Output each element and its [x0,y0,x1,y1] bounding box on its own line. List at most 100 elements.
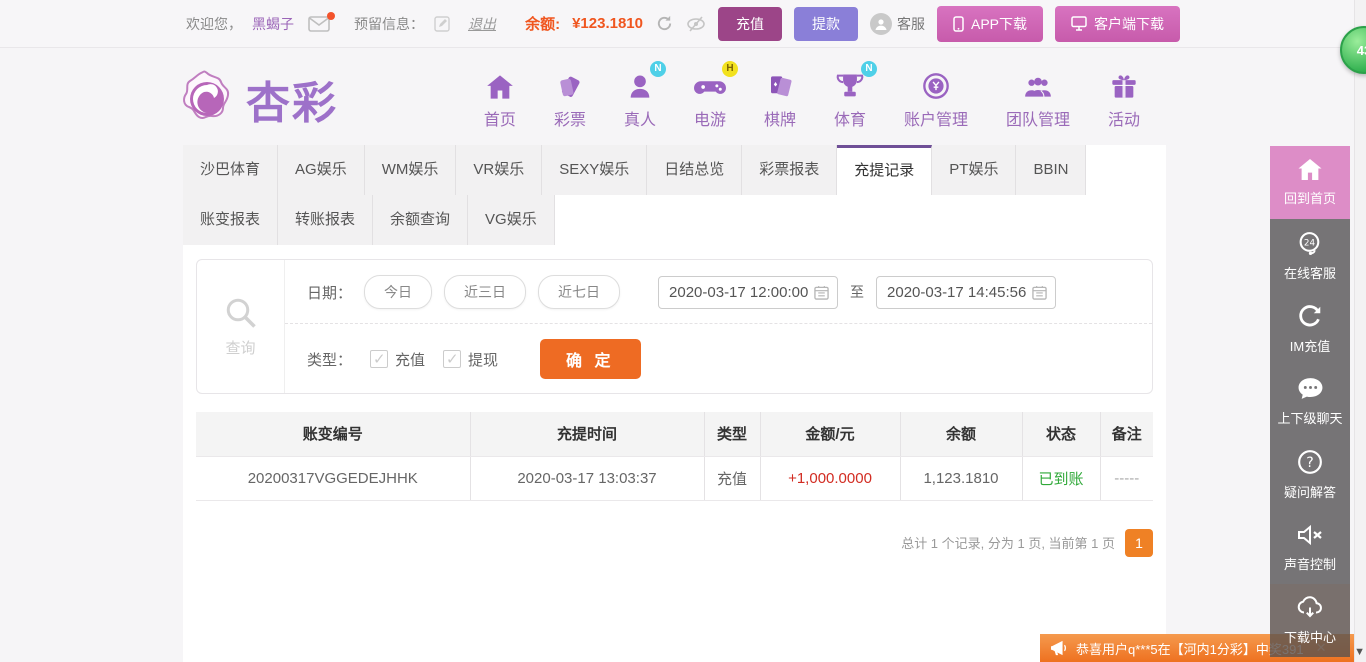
cell-balance: 1,123.1810 [900,456,1022,500]
phone-icon [953,16,964,32]
table-row: 20200317VGGEDEJHHK 2020-03-17 13:03:37 充… [196,456,1153,500]
nav-item-account[interactable]: 账户管理 [904,68,968,130]
tab-deposit-withdraw-records[interactable]: 充提记录 [837,145,932,195]
tab-ag[interactable]: AG娱乐 [278,145,365,195]
home-icon [1297,158,1323,181]
query-filter-panel: 查询 日期： 今日 近三日 近七日 2020-03-17 12:00:00 至 … [196,259,1153,394]
sidebar-item-chat[interactable]: 上下级聊天 [1270,365,1350,438]
sidebar-label: IM充值 [1290,336,1330,355]
date-to-value: 2020-03-17 14:45:56 [887,284,1026,301]
sidebar-item-im-recharge[interactable]: IM充值 [1270,292,1350,365]
nav-item-promotions[interactable]: 活动 [1108,68,1140,130]
col-account-change-id: 账变编号 [196,412,470,456]
sidebar-label: 下载中心 [1284,627,1336,646]
nav-label: 真人 [624,106,656,130]
tab-lottery-report[interactable]: 彩票报表 [742,145,837,195]
col-status: 状态 [1022,412,1100,456]
edit-icon[interactable] [434,16,450,32]
query-label: 查询 [225,337,255,358]
nav-label: 首页 [484,106,516,130]
refresh-balance-icon[interactable] [655,14,674,33]
tab-daily-summary[interactable]: 日结总览 [647,145,742,195]
live-dealer-icon: N [626,68,654,100]
page-1-button[interactable]: 1 [1125,529,1153,557]
query-section: 查询 [197,260,285,393]
content-card: 沙巴体育 AG娱乐 WM娱乐 VR娱乐 SEXY娱乐 日结总览 彩票报表 充提记… [183,145,1166,662]
coin-icon [922,68,950,100]
reserved-info-label: 预留信息： [354,14,424,34]
logo-flower-icon [178,70,236,128]
tab-pt[interactable]: PT娱乐 [932,145,1016,195]
quick-sidebar: 回到首页 24 在线客服 IM充值 上下级聊天 ? 疑问解答 声音控制 下载中心 [1270,146,1350,657]
sidebar-item-sound[interactable]: 声音控制 [1270,511,1350,584]
cell-time: 2020-03-17 13:03:37 [470,456,704,500]
quick-range-today[interactable]: 今日 [364,275,432,309]
trophy-icon: N [835,68,865,100]
tab-balance-query[interactable]: 余额查询 [373,195,468,245]
sidebar-label: 疑问解答 [1284,482,1336,501]
nav-item-cards[interactable]: 棋牌 [764,68,796,130]
nav-item-team[interactable]: 团队管理 [1006,68,1070,130]
refresh-c-icon [1297,303,1323,329]
quick-range-7days[interactable]: 近七日 [538,275,620,309]
hide-balance-icon[interactable] [686,16,706,32]
scroll-down-caret[interactable]: ▼ [1354,646,1365,658]
withdraw-button[interactable]: 提款 [794,7,858,41]
type-filter-row: 类型： 充值 提现 确 定 [285,323,1152,393]
tab-wm[interactable]: WM娱乐 [365,145,457,195]
nav-item-sports[interactable]: N 体育 [834,68,866,130]
nav-item-lottery[interactable]: 彩票 [554,68,586,130]
date-from-input[interactable]: 2020-03-17 12:00:00 [658,276,838,309]
type-label: 类型： [307,349,352,370]
checkbox-icon [443,350,461,368]
site-logo[interactable]: 杏彩 [178,67,338,131]
tab-sexy[interactable]: SEXY娱乐 [542,145,647,195]
confirm-button[interactable]: 确 定 [540,339,640,379]
customer-service-icon [870,13,892,35]
cell-amount: +1,000.0000 [760,456,900,500]
tab-transfer-report[interactable]: 转账报表 [278,195,373,245]
app-download-button[interactable]: APP下载 [937,6,1043,42]
nav-label: 彩票 [554,106,586,130]
tab-vr[interactable]: VR娱乐 [456,145,542,195]
nav-label: 棋牌 [764,106,796,130]
table-header-row: 账变编号 充提时间 类型 金额/元 余额 状态 备注 [196,412,1153,456]
cloud-download-icon [1296,595,1324,620]
logout-link[interactable]: 退出 [468,14,496,34]
scrollbar-track[interactable] [1354,0,1366,662]
sidebar-item-back-home[interactable]: 回到首页 [1270,146,1350,219]
customer-service-label: 客服 [897,14,925,34]
sidebar-item-download-center[interactable]: 下载中心 [1270,584,1350,657]
nav-item-egames[interactable]: H 电游 [694,68,726,130]
nav-label: 活动 [1108,106,1140,130]
ticket-icon [556,68,584,100]
sidebar-item-online-service[interactable]: 24 在线客服 [1270,219,1350,292]
nav-item-live[interactable]: N 真人 [624,68,656,130]
type-checkbox-withdraw[interactable]: 提现 [443,349,498,370]
quick-range-3days[interactable]: 近三日 [444,275,526,309]
nav-label: 团队管理 [1006,106,1070,130]
customer-service-link[interactable]: 客服 [870,13,925,35]
col-amount: 金额/元 [760,412,900,456]
tab-shaba-sports[interactable]: 沙巴体育 [183,145,278,195]
site-header: 杏彩 首页 彩票 N 真人 H 电游 [0,48,1366,145]
topbar: 欢迎您， 黑蝎子 预留信息： 退出 余额: ¥123.1810 充值 提款 客服 [0,0,1366,48]
mail-icon[interactable] [308,16,330,32]
sidebar-item-faq[interactable]: ? 疑问解答 [1270,438,1350,511]
client-download-label: 客户端下载 [1094,14,1164,34]
withdraw-option-label: 提现 [468,349,498,370]
tab-bbin[interactable]: BBIN [1016,145,1086,195]
headset-24-icon: 24 [1297,230,1324,256]
to-label: 至 [850,282,864,302]
tab-vg[interactable]: VG娱乐 [468,195,555,245]
nav-item-home[interactable]: 首页 [484,68,516,130]
checkbox-icon [370,350,388,368]
gift-icon [1110,68,1138,100]
calendar-icon [814,285,829,300]
cell-account-change-id: 20200317VGGEDEJHHK [196,456,470,500]
tab-account-change-report[interactable]: 账变报表 [183,195,278,245]
client-download-button[interactable]: 客户端下载 [1055,6,1180,42]
recharge-button[interactable]: 充值 [718,7,782,41]
type-checkbox-deposit[interactable]: 充值 [370,349,425,370]
date-to-input[interactable]: 2020-03-17 14:45:56 [876,276,1056,309]
